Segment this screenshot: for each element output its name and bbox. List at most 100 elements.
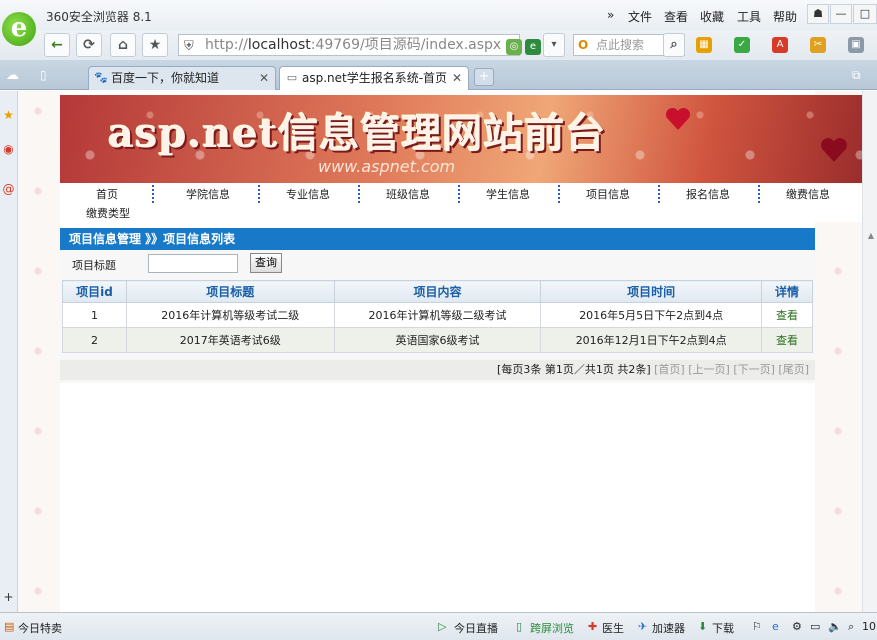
menu-more-icon[interactable]: » [607, 8, 614, 22]
maximize-button[interactable]: □ [853, 4, 877, 24]
menu-file[interactable]: 文件 [628, 8, 652, 25]
search-icon[interactable]: ⌕ [663, 33, 685, 57]
page-scrollbar[interactable]: ▲ [862, 91, 877, 612]
pager-next[interactable]: [下一页] [733, 363, 775, 376]
favorites-star-icon[interactable]: ★ [0, 105, 17, 125]
site-nav: 首页 学院信息 专业信息 班级信息 学生信息 项目信息 报名信息 缴费信息 缴费… [60, 184, 865, 222]
zoom-level[interactable]: 10 [862, 620, 876, 633]
address-input[interactable]: ⛨ http://localhost:49769/项目源码/index.aspx [178, 34, 520, 56]
address-dropdown-button[interactable]: ▾ [543, 33, 565, 57]
nav-class[interactable]: 班级信息 [386, 186, 430, 202]
query-button[interactable]: 查询 [250, 253, 282, 273]
flag-icon[interactable]: ⚐ [752, 620, 762, 633]
settings-icon[interactable]: ⚙ [792, 620, 802, 633]
menu-help[interactable]: 帮助 [773, 8, 797, 25]
browser-logo-icon: e [2, 12, 36, 46]
nav-major[interactable]: 专业信息 [286, 186, 330, 202]
tab-baidu[interactable]: 🐾 百度一下，你就知道 ✕ [88, 66, 276, 90]
ie-icon[interactable]: e [772, 620, 779, 633]
nav-separator [558, 185, 560, 203]
nav-separator [152, 185, 154, 203]
screenshot-icon[interactable]: ✂ [810, 37, 826, 53]
nav-separator [258, 185, 260, 203]
view-detail-link[interactable]: 查看 [776, 309, 798, 322]
pager-first[interactable]: [首页] [654, 363, 685, 376]
site-banner: asp.net信息管理网站前台 www.aspnet.com [60, 95, 865, 183]
volume-icon[interactable]: 🔈 [828, 620, 842, 633]
mail-icon[interactable]: @ [0, 179, 17, 199]
pager-last[interactable]: [尾页] [778, 363, 809, 376]
adblock-icon[interactable]: A [772, 37, 788, 53]
nav-enrollment[interactable]: 报名信息 [686, 186, 730, 202]
minimize-button[interactable]: — [830, 4, 852, 24]
nav-separator [458, 185, 460, 203]
nav-home[interactable]: 首页 [96, 186, 118, 202]
skin-icon[interactable]: ☗ [807, 4, 829, 24]
tab-bar: ☁ ▯ 🐾 百度一下，你就知道 ✕ ▭ asp.net学生报名系统-首页 ✕ +… [0, 60, 877, 90]
nav-project[interactable]: 项目信息 [586, 186, 630, 202]
menu-tools[interactable]: 工具 [737, 8, 761, 25]
ie-mode-icon[interactable]: e [525, 39, 541, 55]
cell-detail: 查看 [761, 327, 813, 353]
address-toolbar: ← ⟳ ⌂ ★ ⛨ http://localhost:49769/项目源码/in… [0, 30, 877, 60]
apps-icon[interactable]: ▦ [696, 37, 712, 53]
phone-icon[interactable]: ▯ [516, 620, 522, 633]
nav-payment[interactable]: 缴费信息 [786, 186, 830, 202]
nav-college[interactable]: 学院信息 [186, 186, 230, 202]
add-sidebar-icon[interactable]: + [0, 587, 17, 607]
sale-icon[interactable]: ▤ [4, 620, 14, 633]
live-icon[interactable]: ▷ [438, 620, 446, 633]
view-detail-link[interactable]: 查看 [776, 334, 798, 347]
weibo-icon[interactable]: ◉ [0, 139, 17, 159]
close-icon[interactable]: ✕ [452, 67, 462, 89]
col-detail: 详情 [761, 280, 813, 303]
menu-view[interactable]: 查看 [664, 8, 688, 25]
status-accelerator[interactable]: 加速器 [652, 620, 685, 636]
download-icon[interactable]: ⬇ [698, 620, 707, 633]
security-shield-icon: ⛨ [184, 39, 194, 54]
page-content: asp.net信息管理网站前台 www.aspnet.com 首页 学院信息 专… [60, 91, 865, 612]
compat-mode-icon[interactable]: ◎ [506, 39, 522, 55]
url-host: localhost [247, 37, 311, 53]
panel-title: 项目信息管理 》》项目信息列表 [60, 228, 815, 250]
pager-prev[interactable]: [上一页] [688, 363, 730, 376]
nav-student[interactable]: 学生信息 [486, 186, 530, 202]
col-id: 项目id [62, 280, 127, 303]
status-sale[interactable]: 今日特卖 [18, 620, 62, 636]
favorite-star-button[interactable]: ★ [142, 33, 168, 57]
status-doctor[interactable]: 医生 [602, 620, 624, 636]
doctor-icon[interactable]: ✚ [588, 620, 597, 633]
status-download[interactable]: 下载 [712, 620, 734, 636]
project-title-input[interactable] [148, 254, 238, 273]
browser-app-title: 360安全浏览器 8.1 [46, 10, 152, 24]
scroll-up-icon[interactable]: ▲ [868, 231, 874, 240]
col-content: 项目内容 [333, 280, 542, 303]
menu-favorites[interactable]: 收藏 [700, 8, 724, 25]
pager-info: [每页3条 第1页／共1页 共2条] [497, 363, 651, 376]
browser-sidebar: ★ ◉ @ + [0, 91, 18, 612]
refresh-button[interactable]: ⟳ [76, 33, 102, 57]
accelerator-icon[interactable]: ✈ [638, 620, 647, 633]
status-live[interactable]: 今日直播 [454, 620, 498, 636]
cell-title: 2017年英语考试6级 [125, 327, 335, 353]
status-crossscreen[interactable]: 跨屏浏览 [530, 620, 574, 636]
display-icon[interactable]: ▭ [810, 620, 820, 633]
back-button[interactable]: ← [44, 33, 70, 57]
cell-id: 2 [62, 327, 127, 353]
home-button[interactable]: ⌂ [110, 33, 136, 57]
close-icon[interactable]: ✕ [259, 67, 269, 89]
cloud-icon[interactable]: ☁ [6, 68, 19, 83]
tab-list-icon[interactable]: ▯ [40, 68, 47, 82]
heart-icon [821, 138, 847, 162]
search-engine-icon[interactable]: O [578, 35, 588, 55]
restore-tab-icon[interactable]: ⧉ [852, 68, 861, 83]
image-icon[interactable]: ▣ [848, 37, 864, 53]
new-tab-icon[interactable]: + [474, 68, 494, 86]
nav-payment-type[interactable]: 缴费类型 [86, 205, 130, 221]
zoom-icon[interactable]: ⌕ [848, 620, 854, 634]
tab-active-page[interactable]: ▭ asp.net学生报名系统-首页 ✕ [279, 66, 469, 90]
cell-content: 2016年计算机等级二级考试 [333, 302, 542, 328]
table-row: 2 2017年英语考试6级 英语国家6级考试 2016年12月1日下午2点到4点… [62, 327, 813, 353]
safe-guard-icon[interactable]: ✓ [734, 37, 750, 53]
url-path: :49769/项目源码/index.aspx [310, 37, 502, 53]
